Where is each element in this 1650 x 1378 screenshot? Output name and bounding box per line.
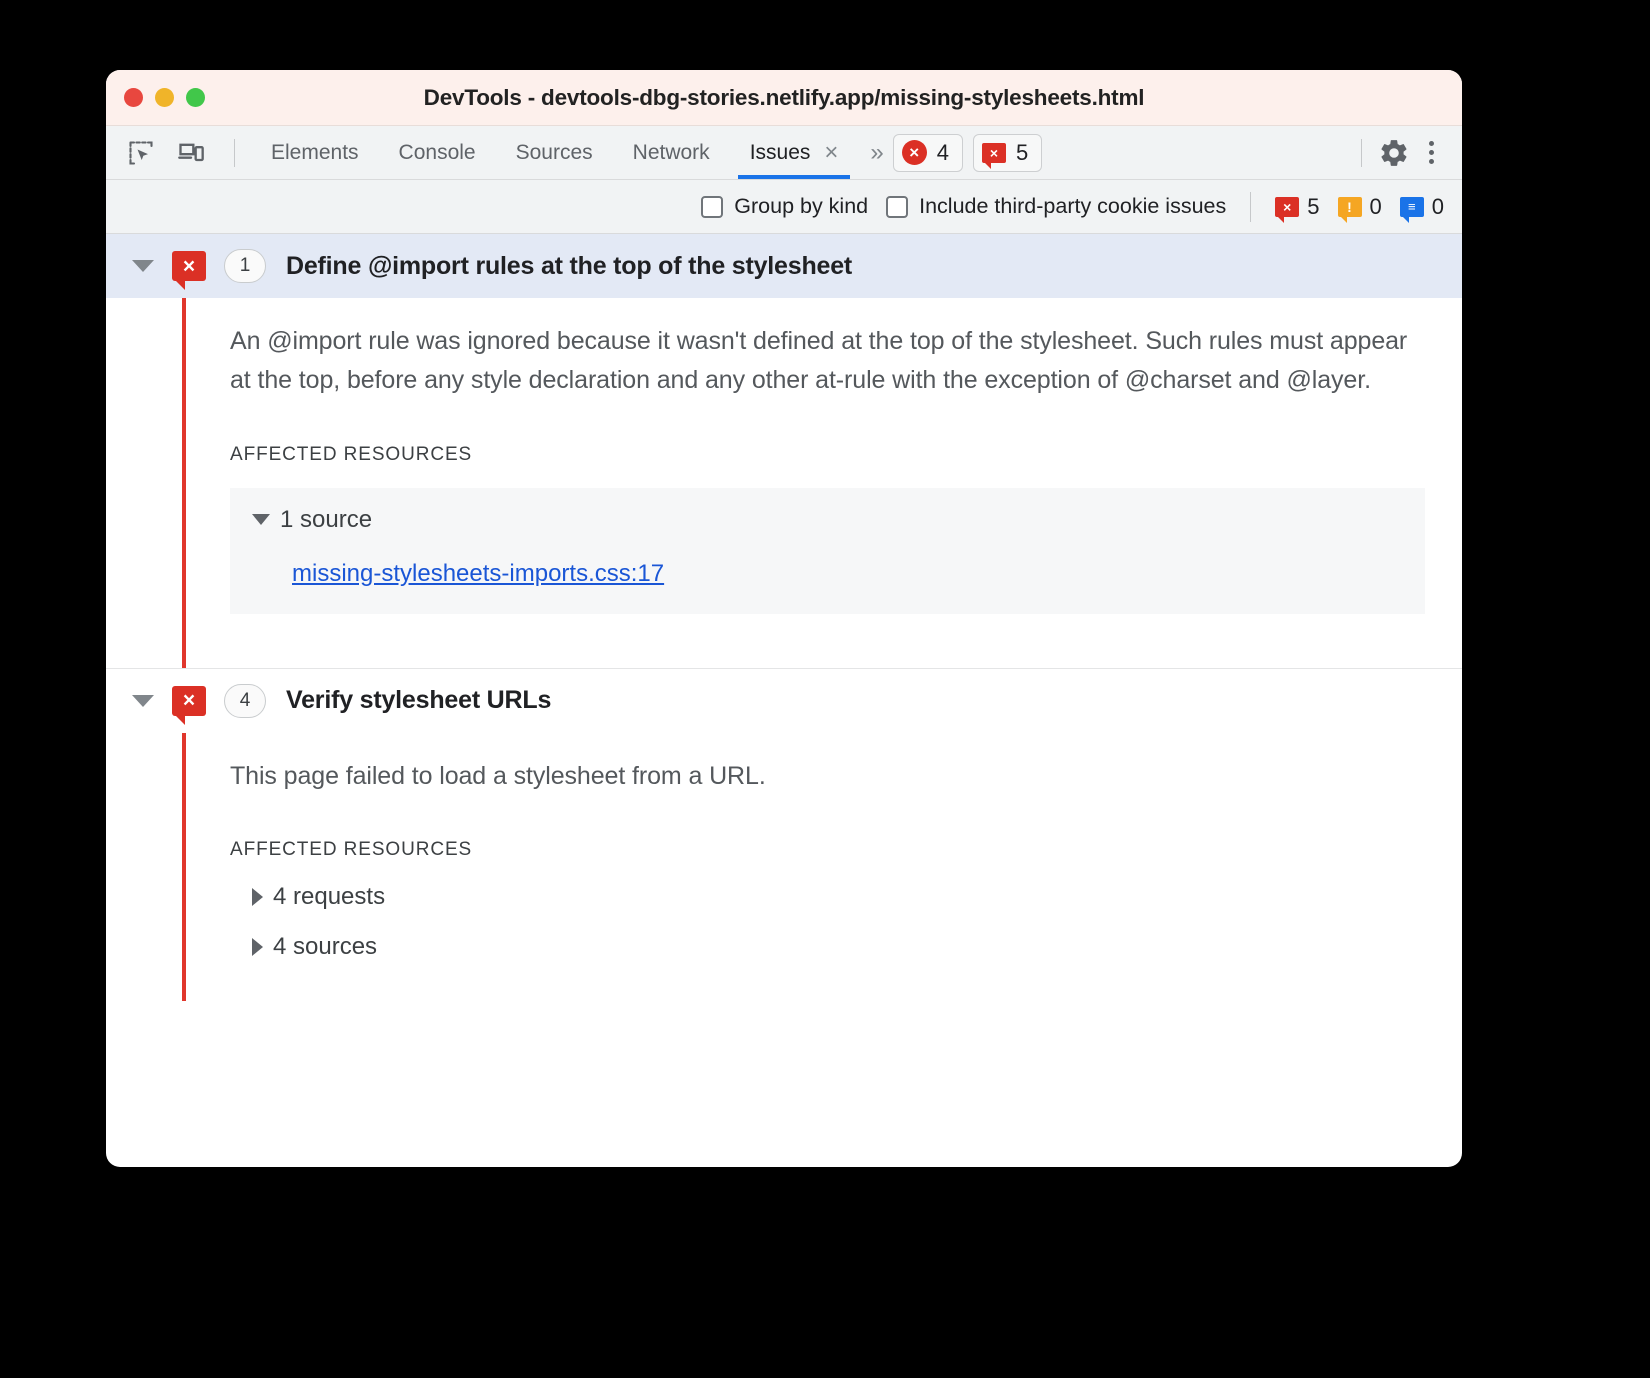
minimize-window-button[interactable]: [155, 88, 174, 107]
info-count-value: 0: [1432, 194, 1444, 220]
tab-console[interactable]: Console: [379, 126, 496, 179]
resource-group-toggle-requests[interactable]: 4 requests: [252, 883, 1462, 911]
issue-description: An @import rule was ignored because it w…: [230, 322, 1420, 400]
error-count[interactable]: × 5: [1275, 194, 1319, 220]
close-window-button[interactable]: [124, 88, 143, 107]
include-third-party-cookie-issues-checkbox[interactable]: Include third-party cookie issues: [886, 194, 1226, 219]
error-count-value: 5: [1307, 194, 1319, 220]
error-mark: ×: [183, 256, 195, 277]
maximize-window-button[interactable]: [186, 88, 205, 107]
error-bubble-icon: ×: [982, 143, 1006, 163]
checkbox-label: Group by kind: [734, 194, 868, 219]
tab-issues[interactable]: Issues ×: [730, 126, 859, 179]
issue-body-verify-stylesheet-urls: This page failed to load a stylesheet fr…: [182, 733, 1462, 1002]
window-title: DevTools - devtools-dbg-stories.netlify.…: [106, 85, 1462, 111]
warning-bubble-icon: !: [1338, 197, 1362, 217]
badge-count: 4: [937, 140, 949, 166]
tab-network[interactable]: Network: [613, 126, 730, 179]
traffic-lights: [106, 88, 205, 107]
issue-header-verify-stylesheet-urls[interactable]: × 4 Verify stylesheet URLs: [106, 669, 1462, 733]
toolbar-separator: [234, 139, 235, 167]
issues-list: × 1 Define @import rules at the top of t…: [106, 234, 1462, 1001]
resource-link[interactable]: missing-stylesheets-imports.css:17: [292, 560, 664, 588]
toolbar-left-icons: [106, 136, 245, 170]
error-bubble-icon: ×: [172, 251, 206, 281]
affected-resources-panel: 1 source missing-stylesheets-imports.css…: [230, 488, 1425, 614]
devtools-toolbar: Elements Console Sources Network Issues …: [106, 126, 1462, 180]
close-icon[interactable]: ×: [824, 141, 838, 165]
triangle-right-icon[interactable]: [252, 888, 263, 906]
triangle-down-icon[interactable]: [252, 514, 270, 525]
issue-count-badge: 4: [224, 684, 266, 718]
tab-label: Network: [633, 141, 710, 165]
checkbox-box[interactable]: [886, 196, 908, 218]
tab-label: Console: [399, 141, 476, 165]
issue-description: This page failed to load a stylesheet fr…: [230, 757, 1420, 796]
inspect-element-icon[interactable]: [124, 136, 158, 170]
error-bubble-icon: ×: [172, 686, 206, 716]
tab-label: Issues: [750, 141, 811, 165]
tab-sources[interactable]: Sources: [496, 126, 613, 179]
more-tabs-icon[interactable]: »: [858, 139, 886, 167]
toolbar-badges: × 4 × 5: [893, 134, 1043, 172]
panel-tabs: Elements Console Sources Network Issues …: [251, 126, 858, 179]
badge-count: 5: [1016, 140, 1028, 166]
issue-kind: ×: [172, 686, 206, 716]
tab-label: Sources: [516, 141, 593, 165]
circle-error-icon: ×: [902, 140, 927, 165]
issue-kind: ×: [172, 251, 206, 281]
warning-count-value: 0: [1370, 194, 1382, 220]
issues-filter-bar: Group by kind Include third-party cookie…: [106, 180, 1462, 234]
resource-group-label: 4 sources: [273, 933, 377, 961]
issue-header-import-rules[interactable]: × 1 Define @import rules at the top of t…: [106, 234, 1462, 298]
toolbar-right-icons: [1351, 135, 1462, 171]
toolbar-separator-right: [1361, 139, 1362, 167]
affected-resources-label: AFFECTED RESOURCES: [230, 839, 1462, 861]
resource-group-toggle-sources[interactable]: 1 source: [252, 506, 1425, 534]
kebab-menu-icon[interactable]: [1416, 135, 1446, 171]
info-count[interactable]: ≡ 0: [1400, 194, 1444, 220]
triangle-right-icon[interactable]: [252, 938, 263, 956]
issues-count-badge[interactable]: × 4: [893, 134, 963, 172]
error-mark: ×: [183, 690, 195, 711]
resource-group-toggle-sources[interactable]: 4 sources: [252, 933, 1462, 961]
window-titlebar: DevTools - devtools-dbg-stories.netlify.…: [106, 70, 1462, 126]
issue-title: Define @import rules at the top of the s…: [286, 252, 852, 281]
issue-body-import-rules: An @import rule was ignored because it w…: [182, 298, 1462, 668]
group-by-kind-checkbox[interactable]: Group by kind: [701, 194, 868, 219]
device-toolbar-icon[interactable]: [174, 136, 208, 170]
devtools-window: DevTools - devtools-dbg-stories.netlify.…: [106, 70, 1462, 1167]
screen-root: DevTools - devtools-dbg-stories.netlify.…: [0, 0, 1650, 1378]
chevron-down-icon[interactable]: [132, 695, 154, 707]
affected-resources-label: AFFECTED RESOURCES: [230, 444, 1462, 466]
issue-count-badge: 1: [224, 249, 266, 283]
chevron-down-icon[interactable]: [132, 260, 154, 272]
checkbox-label: Include third-party cookie issues: [919, 194, 1226, 219]
info-bubble-icon: ≡: [1400, 197, 1424, 217]
gear-icon[interactable]: [1376, 135, 1412, 171]
checkbox-box[interactable]: [701, 196, 723, 218]
error-bubble-icon: ×: [1275, 197, 1299, 217]
warning-count[interactable]: ! 0: [1338, 194, 1382, 220]
tab-elements[interactable]: Elements: [251, 126, 379, 179]
issue-title: Verify stylesheet URLs: [286, 686, 551, 715]
tab-label: Elements: [271, 141, 359, 165]
filterbar-separator: [1250, 192, 1251, 222]
console-errors-badge[interactable]: × 5: [973, 134, 1042, 172]
resource-group-label: 4 requests: [273, 883, 385, 911]
resource-group-label: 1 source: [280, 506, 372, 534]
